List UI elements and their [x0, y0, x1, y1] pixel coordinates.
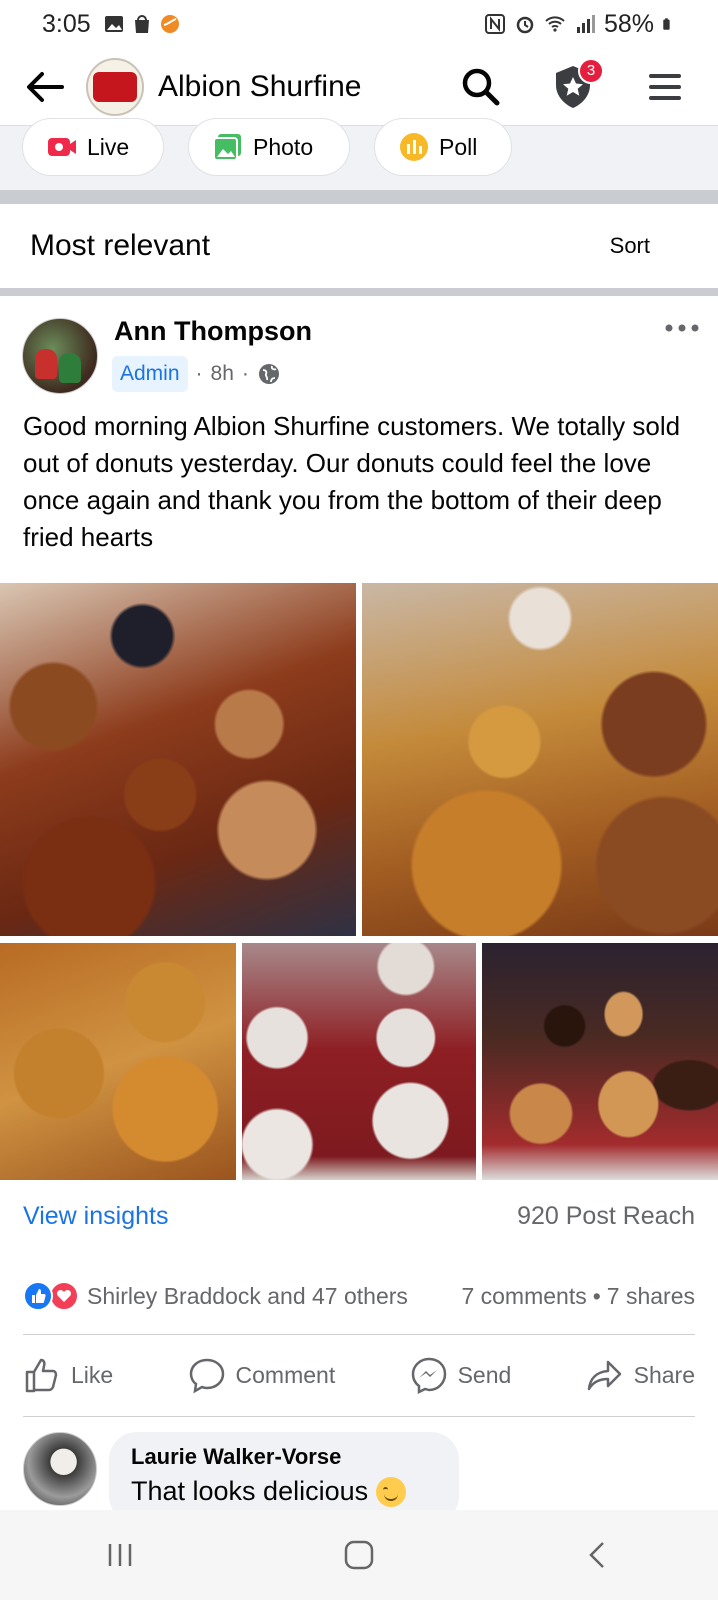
home-icon [344, 1540, 374, 1570]
share-label: Share [633, 1361, 695, 1388]
love-reaction-icon [49, 1281, 79, 1311]
signal-icon [576, 15, 595, 33]
more-options-icon [665, 324, 699, 332]
search-button[interactable] [458, 64, 504, 110]
post-author[interactable]: Ann Thompson [114, 316, 312, 347]
arrow-left-icon [27, 71, 64, 102]
sort-button[interactable]: Sort [610, 233, 650, 259]
home-button[interactable] [329, 1525, 389, 1585]
divider [23, 1334, 695, 1335]
post-action-bar: Like Comment Send Share [23, 1348, 695, 1402]
yum-emoji-icon [376, 1476, 407, 1507]
comment-button[interactable]: Comment [188, 1356, 336, 1394]
shurfine-logo-icon [93, 71, 137, 102]
photo-label: Photo [253, 133, 314, 160]
sort-title: Most relevant [30, 229, 211, 262]
app-header: Albion Shurfine 3 [0, 48, 718, 126]
post-header: Ann Thompson Admin · 8h · [22, 316, 702, 396]
menu-button[interactable] [642, 64, 688, 110]
post-reach: 920 Post Reach [517, 1201, 695, 1230]
live-video-icon [48, 138, 76, 156]
page-logo[interactable] [86, 57, 144, 116]
view-insights-link[interactable]: View insights [23, 1202, 168, 1231]
meta-separator: · [195, 362, 203, 385]
photo-button[interactable]: Photo [188, 118, 350, 176]
live-button[interactable]: Live [22, 118, 164, 176]
author-avatar[interactable] [22, 318, 98, 394]
battery-percent: 58% [603, 9, 654, 38]
post-photo-1[interactable] [0, 583, 356, 936]
page-title: Albion Shurfine [158, 69, 362, 103]
wifi-icon [545, 16, 565, 32]
meta-separator: · [241, 362, 249, 385]
status-bar: 3:05 58% [0, 0, 718, 48]
notification-badge: 3 [578, 57, 604, 84]
share-button[interactable]: Share [586, 1356, 695, 1394]
search-icon [462, 68, 500, 105]
post-photo-5[interactable] [482, 943, 718, 1180]
comment: Laurie Walker-Vorse That looks delicious [23, 1430, 695, 1524]
poll-button[interactable]: Poll [374, 118, 512, 176]
comment-author[interactable]: Laurie Walker-Vorse [131, 1444, 437, 1470]
commenter-avatar[interactable] [23, 1432, 97, 1506]
live-label: Live [87, 133, 130, 160]
recent-apps-button[interactable] [90, 1525, 150, 1585]
poll-icon [400, 133, 428, 161]
hamburger-menu-icon [649, 73, 681, 100]
send-label: Send [457, 1361, 512, 1388]
shopping-bag-icon [134, 15, 149, 33]
alarm-icon [516, 16, 534, 34]
app-notification-icon [160, 15, 179, 33]
poll-label: Poll [439, 133, 478, 160]
comment-bubble-icon [189, 1358, 224, 1394]
admin-badge: Admin [112, 356, 188, 392]
shares-count[interactable]: 7 shares [607, 1283, 695, 1310]
nfc-icon [484, 14, 505, 34]
badges-button[interactable]: 3 [550, 57, 604, 110]
send-button[interactable]: Send [410, 1356, 512, 1394]
globe-icon [258, 364, 279, 384]
composer-actions: Live Photo Poll [0, 118, 718, 190]
post-time[interactable]: 8h [211, 362, 234, 386]
section-divider [0, 288, 718, 296]
status-time: 3:05 [42, 9, 91, 38]
post-text: Good morning Albion Shurfine customers. … [23, 411, 681, 552]
post-photo-3[interactable] [0, 943, 236, 1180]
messenger-icon [411, 1357, 446, 1394]
reactions-summary[interactable]: Shirley Braddock and 47 others [87, 1283, 408, 1310]
post-meta: Admin · 8h · [112, 356, 281, 392]
section-divider [0, 190, 718, 204]
like-label: Like [71, 1361, 114, 1388]
insights-row: View insights 920 Post Reach [23, 1196, 695, 1236]
post-photo-4[interactable] [242, 943, 476, 1180]
system-nav-bar [0, 1510, 718, 1600]
photo-icon [213, 134, 241, 161]
thumbs-up-icon [25, 1358, 58, 1393]
reaction-icons[interactable] [23, 1281, 79, 1311]
sort-bar: Most relevant Sort [0, 204, 718, 288]
share-arrow-icon [587, 1360, 621, 1391]
recent-apps-icon [108, 1544, 131, 1566]
divider [23, 1416, 695, 1417]
post-photo-2[interactable] [362, 583, 718, 936]
stats-separator: • [592, 1282, 601, 1309]
battery-icon [663, 18, 670, 30]
gallery-icon [104, 16, 123, 32]
comments-count[interactable]: 7 comments [461, 1283, 586, 1310]
chevron-left-icon [589, 1542, 605, 1568]
like-button[interactable]: Like [23, 1356, 113, 1394]
post-options-button[interactable] [662, 316, 702, 340]
system-back-button[interactable] [568, 1525, 628, 1585]
back-button[interactable] [20, 62, 70, 112]
like-reaction-icon [23, 1281, 53, 1311]
comment-label: Comment [235, 1361, 336, 1388]
comment-text: That looks delicious [131, 1476, 369, 1506]
reactions-row: Shirley Braddock and 47 others 7 comment… [23, 1278, 695, 1314]
